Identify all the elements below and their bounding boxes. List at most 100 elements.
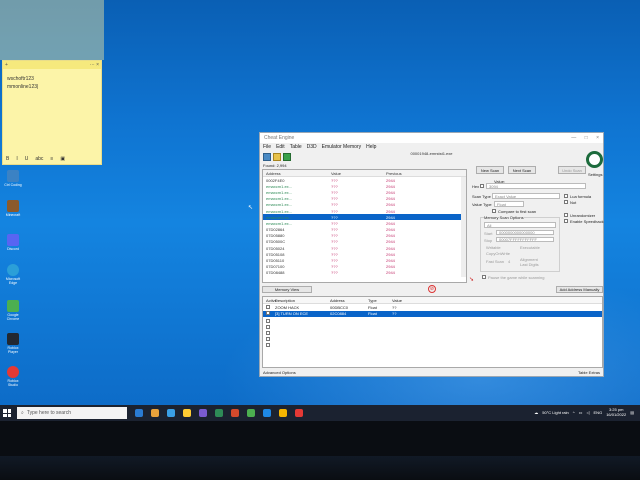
compare-first-checkbox[interactable] bbox=[492, 209, 496, 213]
save-icon[interactable] bbox=[283, 153, 291, 161]
menu-help[interactable]: Help bbox=[366, 144, 376, 150]
scan-type-select[interactable]: Exact Value bbox=[492, 193, 560, 199]
maximize-button[interactable]: □ bbox=[585, 135, 588, 141]
desktop-icon-minecraft[interactable]: Minecraft bbox=[3, 200, 23, 217]
scan-result-row[interactable]: 0002F4E0??? 2944 bbox=[263, 177, 466, 183]
active-checkbox[interactable] bbox=[266, 311, 270, 316]
col-description[interactable]: Description bbox=[275, 298, 330, 303]
scan-result-row[interactable]: emaxcm1.ex...??? 2944 bbox=[263, 183, 466, 189]
strikethrough-button[interactable]: abc bbox=[35, 156, 43, 162]
scan-result-row[interactable]: 07D02864??? 2944 bbox=[263, 227, 466, 233]
value-type-select[interactable]: Float bbox=[494, 201, 524, 207]
hex-checkbox[interactable] bbox=[480, 184, 484, 188]
spotify-icon[interactable] bbox=[247, 409, 255, 417]
writable-label[interactable]: Writable bbox=[486, 245, 501, 250]
task-view-icon[interactable] bbox=[135, 409, 143, 417]
mail-icon[interactable] bbox=[231, 409, 239, 417]
executable-label[interactable]: Executable bbox=[520, 245, 540, 250]
tray-chevron-icon[interactable]: ^ bbox=[573, 410, 575, 415]
col-previous[interactable]: Previous bbox=[386, 171, 456, 176]
scan-results-list[interactable]: Address Value Previous 0002F4E0??? 2944 em… bbox=[262, 169, 467, 283]
menu-file[interactable]: File bbox=[263, 144, 271, 150]
underline-button[interactable]: U bbox=[25, 156, 29, 162]
volume-icon[interactable]: ◁ bbox=[586, 410, 589, 415]
chrome-icon[interactable] bbox=[215, 409, 223, 417]
desktop-icon-chrome[interactable]: Google Chrome bbox=[3, 300, 23, 321]
weather-icon[interactable]: ☁ bbox=[534, 410, 538, 415]
lua-formula-checkbox[interactable] bbox=[564, 194, 568, 198]
memory-view-button[interactable]: Memory View bbox=[262, 286, 312, 293]
language-indicator[interactable]: ENG bbox=[594, 410, 603, 415]
active-checkbox[interactable] bbox=[266, 325, 270, 329]
bold-button[interactable]: B bbox=[6, 156, 9, 162]
advanced-options-link[interactable]: Advanced Options bbox=[263, 370, 296, 375]
active-checkbox[interactable] bbox=[266, 304, 270, 309]
notifications-icon[interactable]: ▤ bbox=[630, 410, 634, 415]
menu-edit[interactable]: Edit bbox=[276, 144, 285, 150]
scan-result-row[interactable]: 07D07100??? 2944 bbox=[263, 264, 466, 270]
menu-d3d[interactable]: D3D bbox=[307, 144, 317, 150]
table-extras-link[interactable]: Table Extras bbox=[578, 370, 600, 375]
select-process-icon[interactable] bbox=[263, 153, 271, 161]
store-icon[interactable] bbox=[199, 409, 207, 417]
add-address-manually-button[interactable]: Add Address Manually bbox=[556, 286, 603, 293]
scan-result-row[interactable]: 07D05024??? 2944 bbox=[263, 245, 466, 251]
image-button[interactable]: ▣ bbox=[60, 156, 65, 162]
scan-result-row[interactable]: 07D05108??? 2944 bbox=[263, 251, 466, 257]
windows-start-icon[interactable] bbox=[3, 409, 11, 417]
bullets-button[interactable]: ≡ bbox=[50, 156, 53, 162]
active-checkbox[interactable] bbox=[266, 319, 270, 323]
new-scan-button[interactable]: New Scan bbox=[476, 166, 504, 174]
address-list[interactable]: Active Description Address Type Value ZO… bbox=[262, 296, 603, 368]
scan-result-row[interactable]: 07D05880??? 2944 bbox=[263, 233, 466, 239]
file-explorer-icon[interactable] bbox=[183, 409, 191, 417]
italic-button[interactable]: I bbox=[16, 156, 17, 162]
pointer-scan-icon[interactable]: ➘ bbox=[469, 276, 474, 283]
clock[interactable]: 3:25 pm 16/01/2022 bbox=[606, 407, 626, 417]
network-icon[interactable]: ▭ bbox=[579, 410, 583, 415]
scan-result-row[interactable]: emaxcm1.ex...??? 2944 bbox=[263, 214, 466, 221]
sticky-note-text[interactable]: wschoftr123 mmonline123| bbox=[3, 69, 101, 97]
stop-icon[interactable]: ⊘ bbox=[428, 285, 436, 293]
menu-icon[interactable]: ··· bbox=[90, 62, 95, 68]
col-value[interactable]: Value bbox=[392, 298, 432, 303]
notes-icon[interactable] bbox=[279, 409, 287, 417]
col-address[interactable]: Address bbox=[330, 298, 368, 303]
menu-table[interactable]: Table bbox=[290, 144, 302, 150]
scan-result-row[interactable]: 07D05110??? 2944 bbox=[263, 257, 466, 263]
taskbar-search[interactable]: ⌕ Type here to search bbox=[17, 407, 127, 419]
desktop-icon-roblox-player[interactable]: Roblox Player bbox=[3, 333, 23, 354]
speedhack-checkbox[interactable] bbox=[564, 219, 568, 223]
window-titlebar[interactable]: Cheat Engine — □ × bbox=[260, 133, 603, 143]
fast-scan-label[interactable]: Fast Scan bbox=[486, 259, 504, 264]
weather-text[interactable]: 50°C Light rain bbox=[542, 410, 569, 415]
close-button[interactable]: × bbox=[596, 135, 599, 141]
fast-scan-value[interactable]: 4 bbox=[508, 259, 510, 264]
minimize-button[interactable]: — bbox=[571, 135, 576, 141]
stop-address-input[interactable]: 00007FFFFFFFFFFF bbox=[496, 237, 554, 242]
not-checkbox[interactable] bbox=[564, 200, 568, 204]
close-icon[interactable]: × bbox=[96, 62, 99, 68]
desktop-icon-discord[interactable]: Discord bbox=[3, 234, 23, 251]
scan-result-row[interactable]: emaxcm1.ex...??? 2944 bbox=[263, 202, 466, 208]
edge-icon[interactable] bbox=[167, 409, 175, 417]
cheat-engine-window[interactable]: Cheat Engine — □ × File Edit Table D3D E… bbox=[259, 132, 604, 377]
col-value[interactable]: Value bbox=[331, 171, 386, 176]
start-address-input[interactable]: 0000000000000000 bbox=[496, 230, 554, 235]
desktop-icon-ctrl-coding[interactable]: Ctrl Coding bbox=[3, 170, 23, 187]
memory-region-select[interactable]: All bbox=[484, 222, 556, 228]
desktop-icon-edge[interactable]: Microsoft Edge bbox=[3, 264, 23, 285]
sticky-note[interactable]: + ··· × wschoftr123 mmonline123| B I U a… bbox=[2, 60, 102, 165]
next-scan-button[interactable]: Next Scan bbox=[508, 166, 536, 174]
widgets-icon[interactable] bbox=[151, 409, 159, 417]
settings-label[interactable]: Settings bbox=[588, 172, 602, 177]
roblox-icon[interactable] bbox=[295, 409, 303, 417]
scan-result-row[interactable]: emaxcm1.ex...??? 2944 bbox=[263, 196, 466, 202]
address-row[interactable]: [3] TURN ON ECE 02C0884 Float?? bbox=[263, 310, 602, 317]
scan-result-row[interactable]: 07D08488??? 2944 bbox=[263, 270, 466, 276]
active-checkbox[interactable] bbox=[266, 331, 270, 335]
last-digits-label[interactable]: Last Digits bbox=[520, 262, 539, 267]
scan-result-row[interactable]: emaxcm1.ex...??? 2944 bbox=[263, 208, 466, 214]
col-active[interactable]: Active bbox=[263, 298, 277, 303]
scan-results-scrollbar[interactable] bbox=[461, 177, 466, 277]
